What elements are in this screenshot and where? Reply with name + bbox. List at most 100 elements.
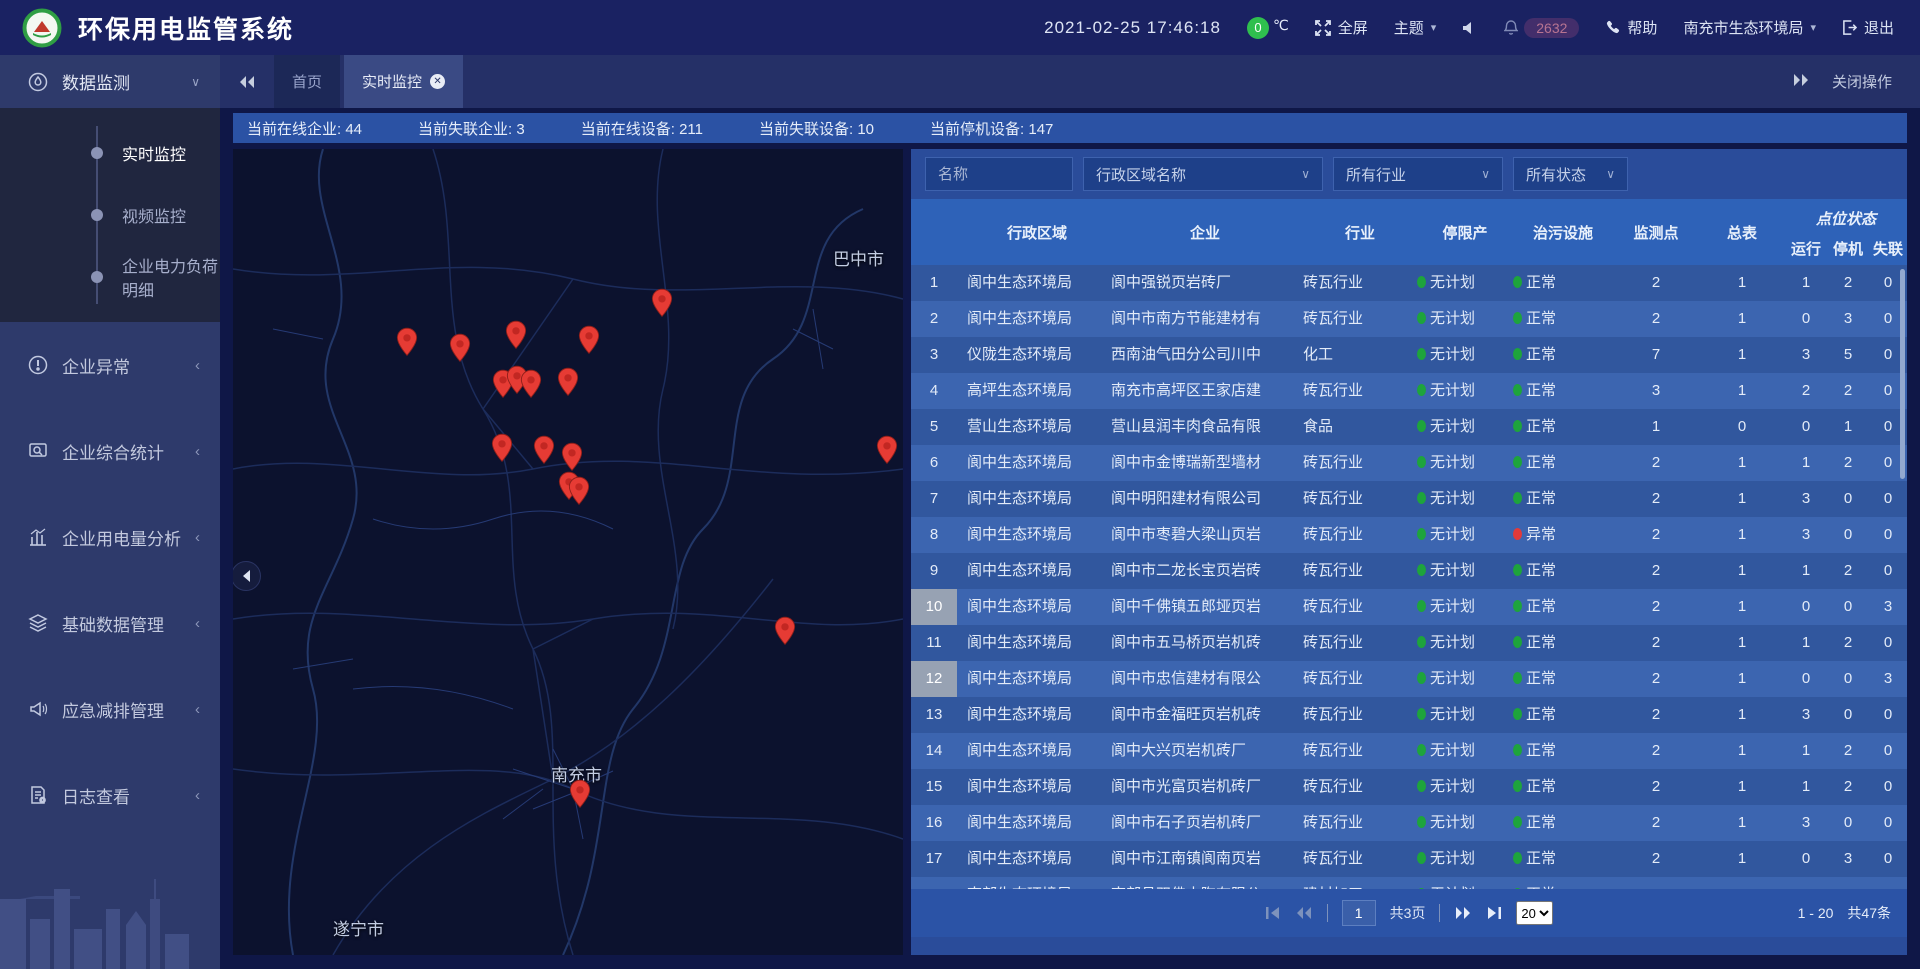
- help-button[interactable]: 帮助: [1605, 17, 1657, 38]
- cell-industry: 砖瓦行业: [1299, 733, 1417, 769]
- sidebar-item-power-load-detail[interactable]: 企业电力负荷明细: [0, 246, 220, 308]
- cell-running: 0: [1785, 877, 1827, 889]
- sidebar-item-realtime-monitor[interactable]: 实时监控: [0, 122, 220, 184]
- cell-region: 高坪生态环境局: [957, 373, 1107, 409]
- name-search-field[interactable]: [925, 157, 1073, 191]
- column-header-meters: 总表: [1699, 199, 1785, 265]
- close-operations-button[interactable]: 关闭操作: [1832, 71, 1892, 92]
- table-row[interactable]: 6阆中生态环境局阆中市金博瑞新型墙材砖瓦行业无计划正常21120: [911, 445, 1907, 481]
- industry-select[interactable]: 所有行业 ∨: [1333, 157, 1503, 191]
- map-pin-icon[interactable]: [578, 325, 600, 355]
- notification-count-badge: 2632: [1524, 18, 1579, 38]
- cell-limit-status: 无计划: [1417, 481, 1513, 517]
- table-row[interactable]: 3仪陇生态环境局西南油气田分公司川中化工无计划正常71350: [911, 337, 1907, 373]
- table-row[interactable]: 4高坪生态环境局南充市高坪区王家店建砖瓦行业无计划正常31220: [911, 373, 1907, 409]
- cell-lost: 0: [1869, 481, 1907, 517]
- last-page-button[interactable]: [1486, 906, 1502, 920]
- current-page-box[interactable]: 1: [1342, 900, 1376, 926]
- map-pin-icon[interactable]: [491, 433, 513, 463]
- map-pin-icon[interactable]: [505, 320, 527, 350]
- table-row[interactable]: 5营山生态环境局营山县润丰肉食品有限食品无计划正常10010: [911, 409, 1907, 445]
- table-row[interactable]: 13阆中生态环境局阆中市金福旺页岩机砖砖瓦行业无计划正常21300: [911, 697, 1907, 733]
- table-row[interactable]: 10阆中生态环境局阆中千佛镇五郎垭页岩砖瓦行业无计划正常21003: [911, 589, 1907, 625]
- skyline-decoration: [0, 829, 220, 969]
- cell-limit-status: 无计划: [1417, 661, 1513, 697]
- table-row[interactable]: 14阆中生态环境局阆中大兴页岩机砖厂砖瓦行业无计划正常21120: [911, 733, 1907, 769]
- close-tab-icon[interactable]: ✕: [430, 74, 445, 89]
- table-row[interactable]: 9阆中生态环境局阆中市二龙长宝页岩砖砖瓦行业无计划正常21120: [911, 553, 1907, 589]
- sidebar-item-data-monitor[interactable]: 数据监测 ∨: [0, 55, 220, 108]
- chevron-left-icon: ‹: [195, 357, 200, 374]
- sidebar-item-emergency-reduction[interactable]: 应急减排管理 ‹: [0, 666, 220, 752]
- table-row[interactable]: 1阆中生态环境局阆中强锐页岩砖厂砖瓦行业无计划正常21120: [911, 265, 1907, 301]
- table-row[interactable]: 15阆中生态环境局阆中市光富页岩机砖厂砖瓦行业无计划正常21120: [911, 769, 1907, 805]
- cell-region: 阆中生态环境局: [957, 517, 1107, 553]
- mute-button[interactable]: [1462, 21, 1478, 35]
- map-panel[interactable]: 巴中市 南充市 遂宁市: [233, 149, 903, 955]
- org-dropdown[interactable]: 南充市生态环境局 ▾: [1683, 17, 1816, 38]
- status-select[interactable]: 所有状态 ∨: [1513, 157, 1628, 191]
- logout-button[interactable]: 退出: [1842, 17, 1894, 38]
- name-search-input[interactable]: [938, 166, 1060, 183]
- table-row[interactable]: 16阆中生态环境局阆中市石子页岩机砖厂砖瓦行业无计划正常21300: [911, 805, 1907, 841]
- first-page-button[interactable]: [1265, 906, 1281, 920]
- sidebar-item-video-monitor[interactable]: 视频监控: [0, 184, 220, 246]
- table-row[interactable]: 12阆中生态环境局阆中市忠信建材有限公砖瓦行业无计划正常21003: [911, 661, 1907, 697]
- temperature-indicator: 0 ℃: [1247, 17, 1289, 39]
- cell-index: 16: [911, 805, 957, 841]
- map-pin-icon[interactable]: [520, 369, 542, 399]
- cell-lost: 0: [1869, 697, 1907, 733]
- sidebar-item-base-data[interactable]: 基础数据管理 ‹: [0, 580, 220, 666]
- table-row[interactable]: 17阆中生态环境局阆中市江南镇阆南页岩砖瓦行业无计划正常21030: [911, 841, 1907, 877]
- map-pin-icon[interactable]: [569, 779, 591, 809]
- cell-facility-status: 正常: [1513, 445, 1613, 481]
- enterprise-table-panel: 行政区域名称 ∨ 所有行业 ∨ 所有状态 ∨ 行政区域 企业 行业 停限产 治污…: [911, 149, 1907, 955]
- map-city-label: 遂宁市: [333, 915, 384, 940]
- total-count-label: 共47条: [1847, 903, 1891, 923]
- cell-monitor-points: 2: [1613, 265, 1699, 301]
- map-pin-icon[interactable]: [561, 442, 583, 472]
- status-dot-icon: [1513, 708, 1522, 720]
- map-pin-icon[interactable]: [774, 616, 796, 646]
- map-pin-icon[interactable]: [651, 288, 673, 318]
- sidebar-item-enterprise-statistics[interactable]: 企业综合统计 ‹: [0, 408, 220, 494]
- table-row[interactable]: 7阆中生态环境局阆中明阳建材有限公司砖瓦行业无计划正常21300: [911, 481, 1907, 517]
- map-pin-icon[interactable]: [396, 327, 418, 357]
- tab-realtime-monitor[interactable]: 实时监控 ✕: [344, 55, 463, 108]
- chevron-down-icon: ∨: [1481, 167, 1490, 181]
- table-row[interactable]: 2阆中生态环境局阆中市南方节能建材有砖瓦行业无计划正常21030: [911, 301, 1907, 337]
- map-pin-icon[interactable]: [568, 476, 590, 506]
- tabs-scroll-left-button[interactable]: [238, 75, 256, 89]
- notification-area[interactable]: 2632: [1504, 18, 1579, 38]
- page-size-select[interactable]: 20: [1516, 901, 1553, 925]
- table-row[interactable]: 18南部生态环境局南部县双佛土陶有限公建材加工无计划正常63060: [911, 877, 1907, 889]
- previous-page-button[interactable]: [1295, 906, 1313, 920]
- cell-company: 西南油气田分公司川中: [1107, 337, 1299, 373]
- sidebar-item-power-analysis[interactable]: 企业用电量分析 ‹: [0, 494, 220, 580]
- tab-home[interactable]: 首页: [274, 55, 340, 108]
- map-pin-icon[interactable]: [449, 333, 471, 363]
- phone-icon: [1605, 20, 1620, 35]
- next-page-button[interactable]: [1454, 906, 1472, 920]
- table-scrollbar[interactable]: [1900, 269, 1905, 479]
- tabs-scroll-right-button[interactable]: [1792, 73, 1810, 91]
- map-city-label: 巴中市: [833, 245, 884, 270]
- theme-dropdown[interactable]: 主题 ▾: [1394, 17, 1437, 38]
- region-select[interactable]: 行政区域名称 ∨: [1083, 157, 1323, 191]
- sidebar-item-log-view[interactable]: 日志查看 ‹: [0, 752, 220, 838]
- map-pin-icon[interactable]: [533, 435, 555, 465]
- map-pin-icon[interactable]: [876, 435, 898, 465]
- cell-index: 17: [911, 841, 957, 877]
- sidebar-item-enterprise-abnormal[interactable]: 企业异常 ‹: [0, 322, 220, 408]
- map-pin-icon[interactable]: [557, 367, 579, 397]
- cell-total-meters: 1: [1699, 373, 1785, 409]
- fullscreen-button[interactable]: 全屏: [1315, 17, 1368, 38]
- cell-total-meters: 1: [1699, 553, 1785, 589]
- cell-company: 阆中市五马桥页岩机砖: [1107, 625, 1299, 661]
- status-dot-icon: [1417, 312, 1426, 324]
- tab-bar: 首页 实时监控 ✕ 关闭操作: [220, 55, 1920, 108]
- cell-region: 阆中生态环境局: [957, 553, 1107, 589]
- cell-industry: 砖瓦行业: [1299, 769, 1417, 805]
- table-row[interactable]: 11阆中生态环境局阆中市五马桥页岩机砖砖瓦行业无计划正常21120: [911, 625, 1907, 661]
- table-row[interactable]: 8阆中生态环境局阆中市枣碧大梁山页岩砖瓦行业无计划异常21300: [911, 517, 1907, 553]
